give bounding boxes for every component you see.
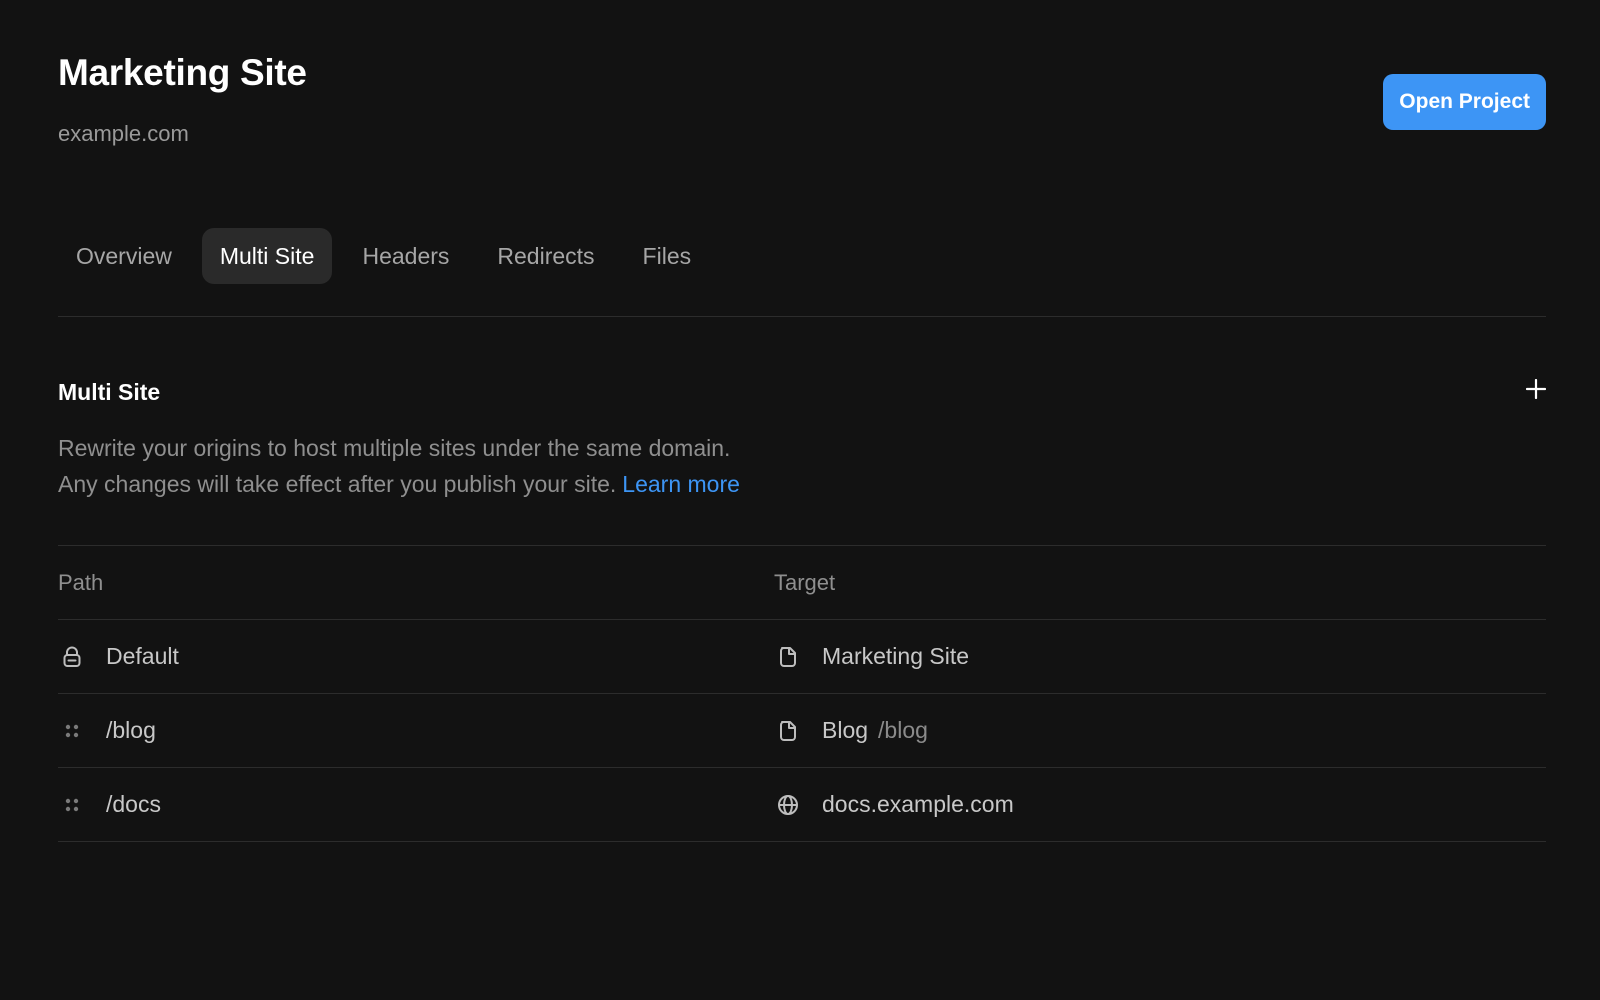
page-icon <box>774 717 802 745</box>
globe-icon <box>774 791 802 819</box>
path-text: /blog <box>106 717 156 743</box>
project-title: Marketing Site <box>58 52 307 93</box>
description-line-2: Any changes will take effect after you p… <box>58 466 740 502</box>
target-cell: Blog /blog <box>774 717 1546 745</box>
learn-more-link[interactable]: Learn more <box>622 471 740 497</box>
multi-site-table: Path Target Default Marketing Site /blog… <box>58 546 1546 842</box>
tab-multi-site[interactable]: Multi Site <box>201 228 333 284</box>
description-line-2-text: Any changes will take effect after you p… <box>58 471 617 497</box>
path-column-header: Path <box>58 569 104 595</box>
target-cell: Marketing Site <box>774 643 1546 671</box>
tab-overview[interactable]: Overview <box>58 228 190 284</box>
add-rewrite-button[interactable] <box>1520 373 1552 405</box>
plus-icon <box>1526 379 1546 399</box>
project-domain: example.com <box>58 121 189 146</box>
page-icon <box>774 643 802 671</box>
target-text: docs.example.com <box>822 791 1014 817</box>
path-text: /docs <box>106 791 161 817</box>
table-row[interactable]: Default Marketing Site <box>58 620 1546 694</box>
drag-handle-icon[interactable] <box>58 717 86 745</box>
table-header-row: Path Target <box>58 546 1546 620</box>
table-row[interactable]: /docs docs.example.com <box>58 768 1546 842</box>
description-line-1: Rewrite your origins to host multiple si… <box>58 435 731 461</box>
target-subpath: /blog <box>878 717 928 743</box>
table-row[interactable]: /blog Blog /blog <box>58 694 1546 768</box>
tab-files[interactable]: Files <box>625 228 710 284</box>
section-title: Multi Site <box>58 379 161 405</box>
tab-bar: Overview Multi Site Headers Redirects Fi… <box>58 228 709 284</box>
section-description: Rewrite your origins to host multiple si… <box>58 430 740 502</box>
path-cell: Default <box>58 643 774 671</box>
target-text: Blog <box>822 717 869 743</box>
path-cell: /blog <box>58 717 774 745</box>
open-project-button[interactable]: Open Project <box>1383 74 1546 130</box>
path-text: Default <box>106 643 179 669</box>
target-column-header: Target <box>774 569 836 595</box>
tab-headers[interactable]: Headers <box>344 228 467 284</box>
target-text: Marketing Site <box>822 643 970 669</box>
tabs-divider <box>58 316 1546 317</box>
target-cell: docs.example.com <box>774 791 1546 819</box>
tab-redirects[interactable]: Redirects <box>479 228 612 284</box>
path-cell: /docs <box>58 791 774 819</box>
drag-handle-icon[interactable] <box>58 791 86 819</box>
lock-icon <box>58 643 86 671</box>
